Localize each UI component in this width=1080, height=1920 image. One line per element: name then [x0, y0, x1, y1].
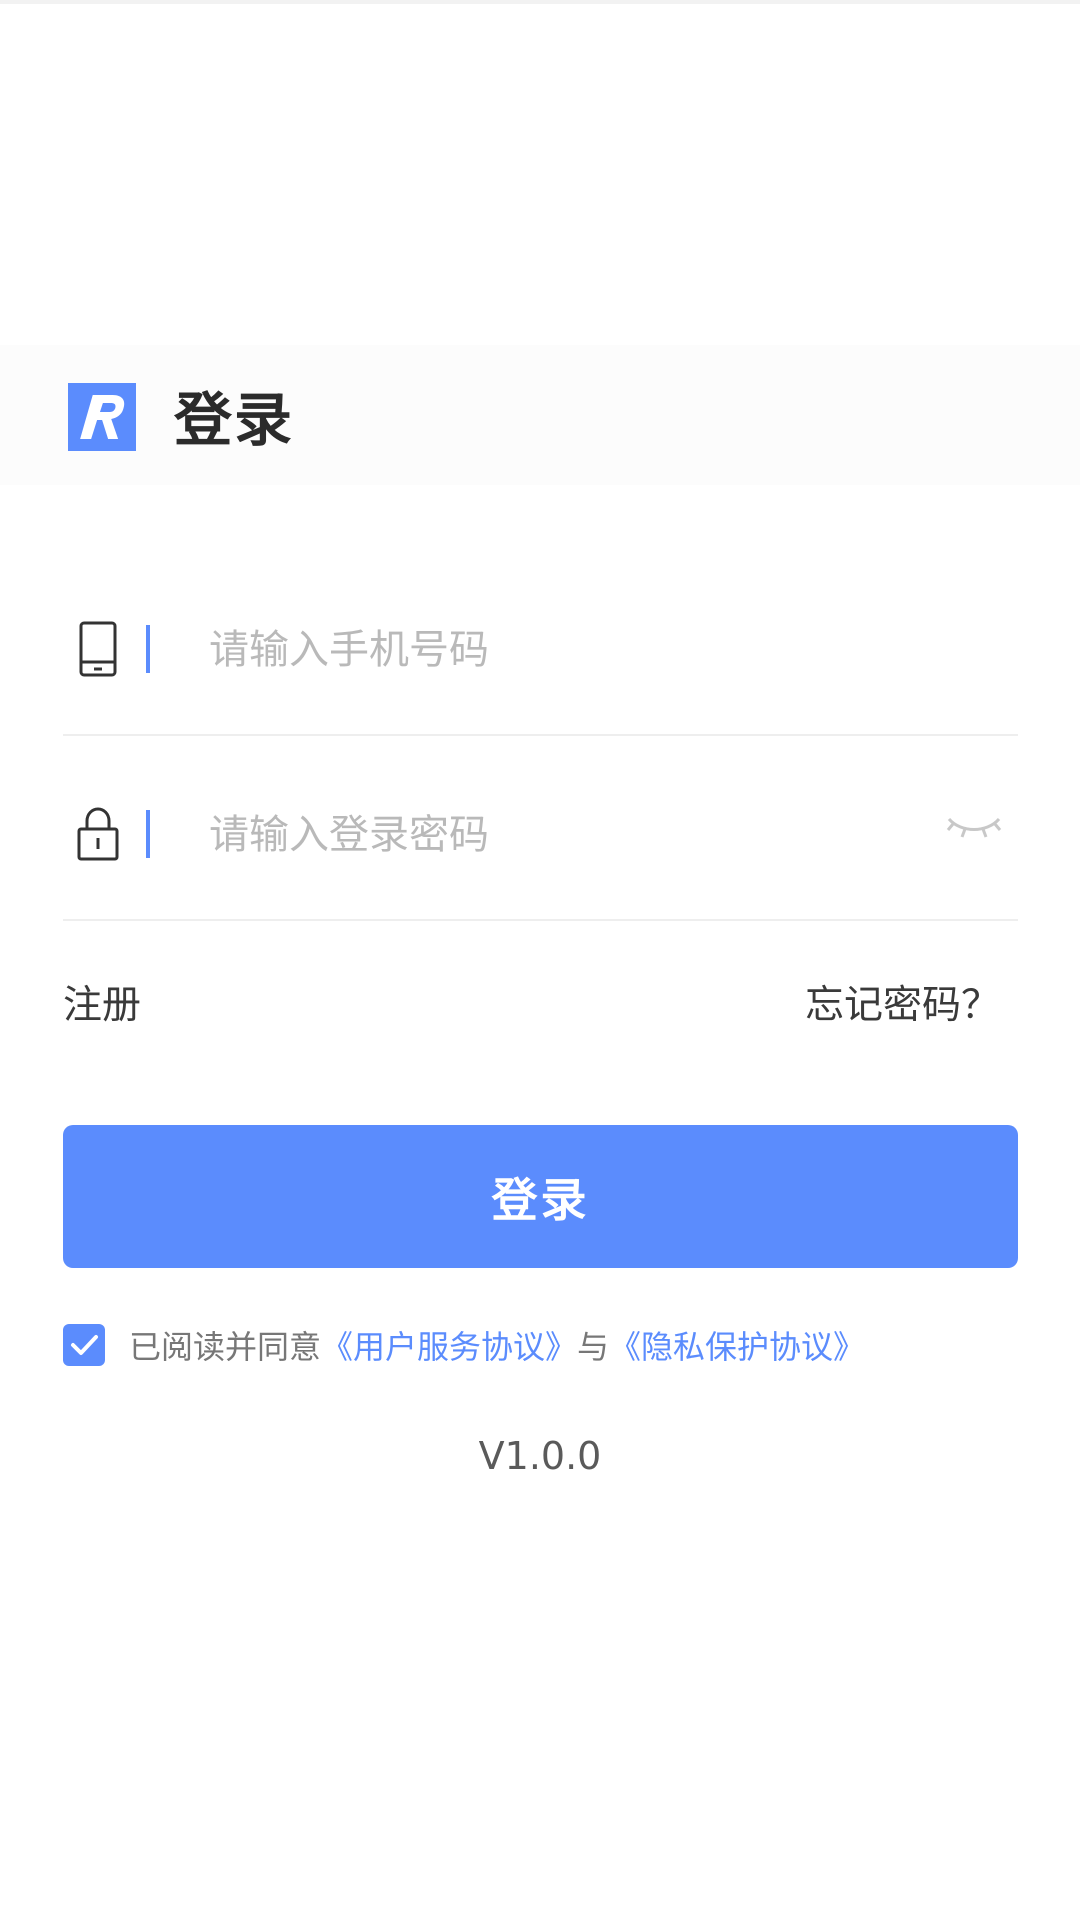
login-button[interactable]: 登录	[63, 1125, 1018, 1268]
app-logo-icon	[68, 383, 136, 451]
divider	[63, 734, 1018, 736]
lock-icon	[73, 805, 123, 863]
field-separator	[146, 625, 150, 673]
eye-closed-icon[interactable]	[945, 813, 1003, 847]
forgot-password-link[interactable]: 忘记密码？	[805, 978, 1000, 1034]
agreement-row: 已阅读并同意 《用户服务协议》 与 《隐私保护协议》	[63, 1322, 865, 1368]
version-label: V1.0.0	[478, 1434, 602, 1478]
divider	[63, 919, 1018, 921]
status-bar-strip	[0, 0, 1080, 4]
checkmark-icon	[71, 1335, 98, 1355]
register-link[interactable]: 注册	[63, 978, 141, 1034]
password-input[interactable]	[209, 795, 859, 875]
agreement-connector: 与	[577, 1328, 610, 1366]
phone-icon	[73, 620, 123, 678]
phone-input[interactable]	[209, 610, 859, 690]
field-separator	[146, 810, 150, 858]
header-band	[0, 345, 1080, 485]
agreement-checkbox[interactable]	[63, 1324, 105, 1366]
privacy-agreement-link[interactable]: 《隐私保护协议》	[609, 1322, 865, 1368]
page-title: 登录	[174, 386, 295, 454]
agreement-prefix: 已阅读并同意	[129, 1328, 322, 1366]
phone-field[interactable]	[63, 590, 1018, 710]
password-field[interactable]	[63, 775, 1018, 895]
user-agreement-link[interactable]: 《用户服务协议》	[321, 1322, 577, 1368]
